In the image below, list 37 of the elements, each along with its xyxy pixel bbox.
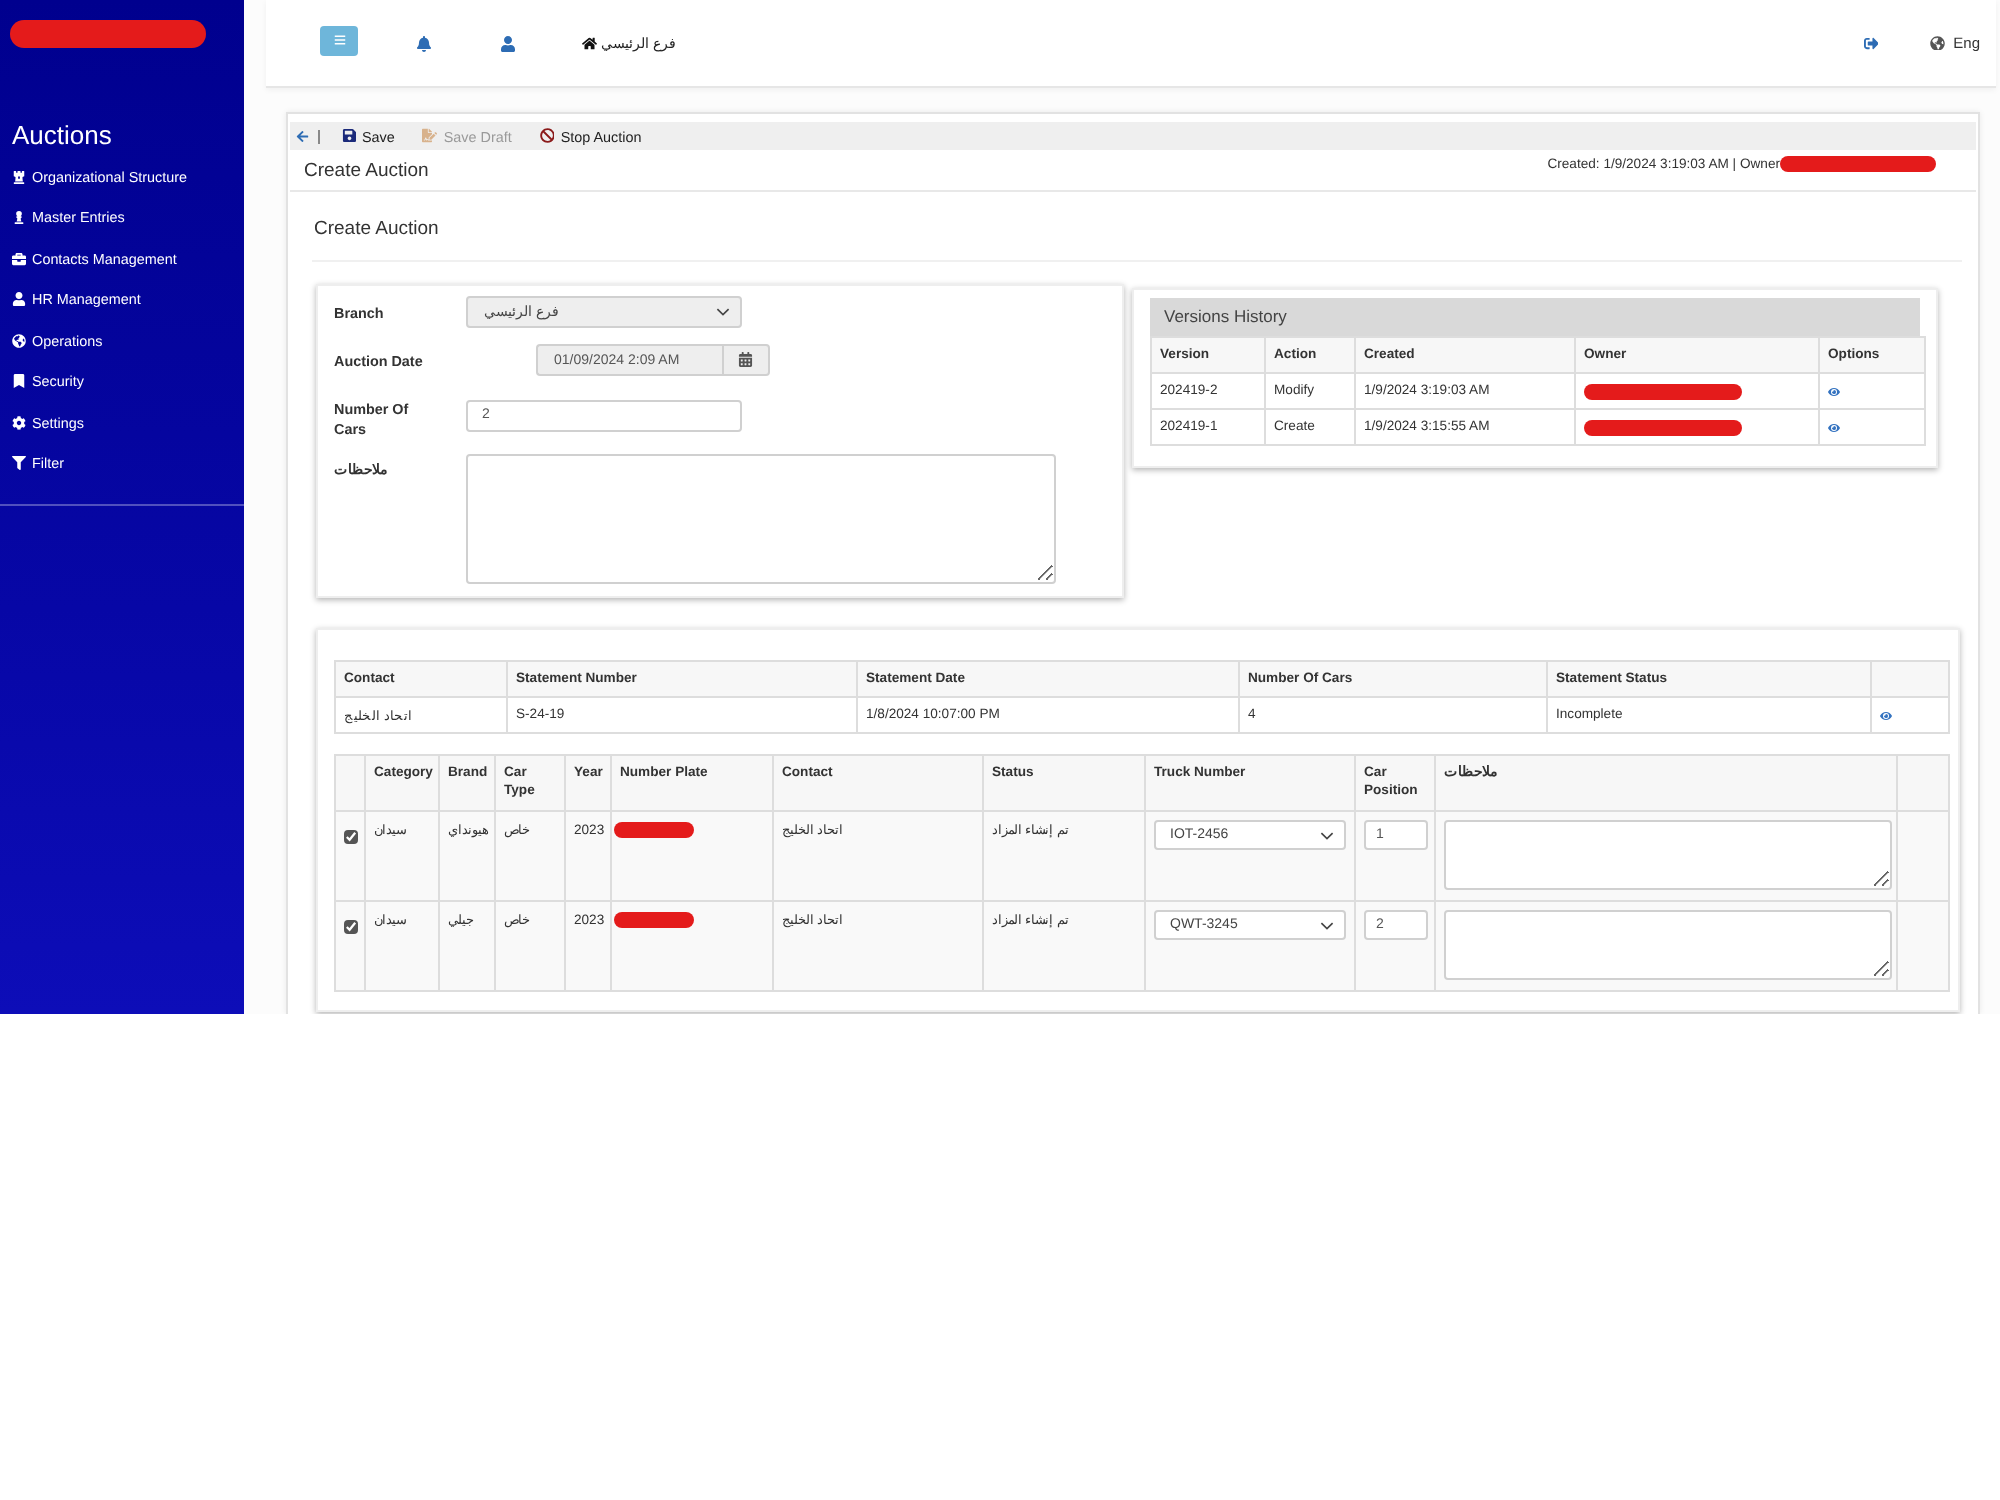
back-button[interactable]: [296, 129, 319, 143]
notes-field[interactable]: [466, 454, 1056, 584]
pawn-icon: [12, 210, 26, 225]
filter-icon: [12, 456, 26, 471]
bell-icon[interactable]: [416, 35, 432, 51]
calendar-icon: [738, 352, 754, 368]
chevron-down-icon: [716, 308, 730, 316]
eye-icon[interactable]: [1828, 385, 1840, 397]
row-checkbox[interactable]: [344, 920, 358, 934]
eye-icon[interactable]: [1880, 709, 1892, 721]
file-pen-icon: [422, 128, 438, 144]
card-header: Versions History: [1150, 298, 1920, 336]
user-icon: [12, 292, 26, 307]
notes-field[interactable]: [1444, 910, 1892, 980]
arrow-left-icon: [296, 129, 309, 143]
user-icon[interactable]: [500, 35, 516, 51]
row-checkbox[interactable]: [344, 830, 358, 844]
globe-icon: [1930, 35, 1946, 51]
settings-icon: [12, 415, 26, 430]
chevron-down-icon: [1320, 921, 1334, 929]
logout-icon[interactable]: [1863, 35, 1879, 51]
ban-icon: [539, 128, 555, 144]
eye-icon[interactable]: [1828, 421, 1840, 433]
calendar-button[interactable]: [722, 344, 770, 376]
globe-icon: [12, 333, 26, 348]
notes-field[interactable]: [1444, 820, 1892, 890]
chevron-down-icon: [1320, 831, 1334, 839]
redaction-mark: [614, 912, 694, 928]
home-icon: [582, 35, 597, 51]
sidebar-title: Auctions: [12, 122, 114, 150]
redaction-mark: [614, 822, 694, 838]
briefcase-icon: [12, 251, 26, 266]
menu-icon: [333, 34, 345, 46]
section-title: Create Auction: [314, 220, 441, 240]
page-title: Create Auction: [304, 159, 429, 181]
bookmark-icon: [12, 374, 26, 389]
rook-icon: [12, 169, 26, 184]
